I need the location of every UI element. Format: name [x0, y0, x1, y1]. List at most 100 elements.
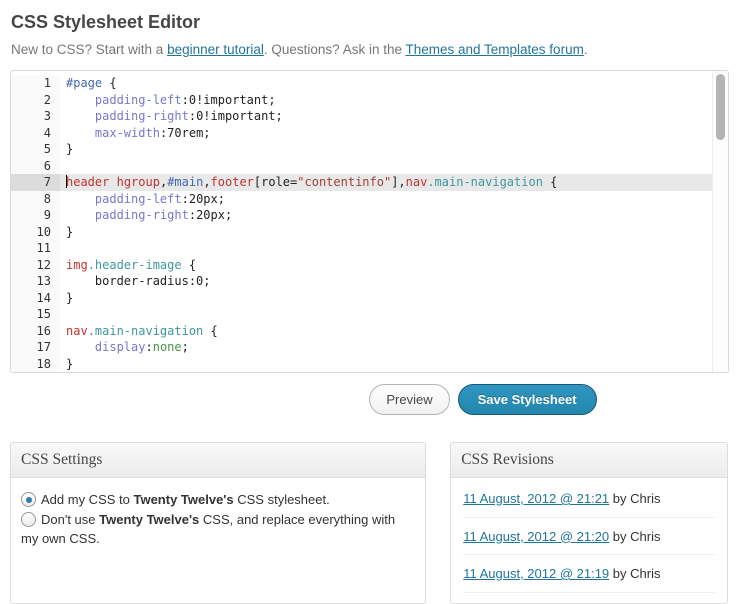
- code-text: img.header-image {: [60, 257, 196, 274]
- code-token: nav: [66, 324, 88, 338]
- code-text: nav.main-navigation {: [60, 323, 218, 340]
- code-token: {: [203, 324, 217, 338]
- code-line[interactable]: 6: [11, 158, 728, 175]
- line-number: 16: [11, 323, 60, 340]
- code-token: }: [66, 291, 73, 305]
- code-token: }: [66, 357, 73, 371]
- line-number: 10: [11, 224, 60, 241]
- revision-link[interactable]: 11 August, 2012 @ 21:21: [463, 491, 609, 506]
- code-token: img: [66, 258, 88, 272]
- line-number: 5: [11, 141, 60, 158]
- line-number: 2: [11, 92, 60, 109]
- theme-name: Twenty Twelve's: [99, 512, 199, 527]
- code-line[interactable]: 14}: [11, 290, 728, 307]
- code-line[interactable]: 18}: [11, 356, 728, 373]
- css-mode-radio-option[interactable]: Add my CSS to Twenty Twelve's CSS styles…: [21, 490, 415, 510]
- code-lines: 1#page {2 padding-left:0!important;3 pad…: [11, 71, 728, 372]
- css-code-editor[interactable]: 1#page {2 padding-left:0!important;3 pad…: [10, 70, 729, 373]
- code-text: max-width:70rem;: [60, 125, 211, 142]
- code-line[interactable]: 11: [11, 240, 728, 257]
- code-token: ],: [391, 175, 405, 189]
- line-number: 11: [11, 240, 60, 257]
- code-token: none: [153, 340, 182, 354]
- code-token: 0!important;: [196, 109, 283, 123]
- css-revisions-title: CSS Revisions: [451, 443, 727, 478]
- code-line[interactable]: 9 padding-right:20px;: [11, 207, 728, 224]
- radio-dot: [26, 497, 32, 503]
- theme-name: Twenty Twelve's: [133, 492, 233, 507]
- code-line[interactable]: 1#page {: [11, 75, 728, 92]
- code-token: "contentinfo": [297, 175, 391, 189]
- code-text: [60, 240, 66, 257]
- code-token: padding-left: [95, 192, 182, 206]
- revision-author: by Chris: [609, 529, 660, 544]
- themes-forum-link[interactable]: Themes and Templates forum: [405, 42, 583, 57]
- code-text: padding-right:0!important;: [60, 108, 283, 125]
- line-number: 13: [11, 273, 60, 290]
- code-token: :: [189, 109, 196, 123]
- editor-scrollbar-track[interactable]: [712, 71, 728, 372]
- code-token: [66, 93, 95, 107]
- revision-author: by Chris: [609, 566, 660, 581]
- radio-selected-icon[interactable]: [21, 492, 36, 507]
- code-line[interactable]: 15: [11, 306, 728, 323]
- code-line[interactable]: 5}: [11, 141, 728, 158]
- beginner-tutorial-link[interactable]: beginner tutorial: [167, 42, 264, 57]
- code-line[interactable]: 4 max-width:70rem;: [11, 125, 728, 142]
- code-line[interactable]: 13 border-radius:0;: [11, 273, 728, 290]
- code-token: nav: [406, 175, 428, 189]
- code-token: border-radius:0;: [66, 274, 211, 288]
- css-settings-options: Add my CSS to Twenty Twelve's CSS styles…: [11, 478, 425, 561]
- code-text: display:none;: [60, 339, 189, 356]
- code-line[interactable]: 17 display:none;: [11, 339, 728, 356]
- code-line[interactable]: 3 padding-right:0!important;: [11, 108, 728, 125]
- code-line[interactable]: 12img.header-image {: [11, 257, 728, 274]
- line-number: 6: [11, 158, 60, 175]
- css-settings-title: CSS Settings: [11, 443, 425, 478]
- code-token: {: [102, 76, 116, 90]
- code-token: #page: [66, 76, 102, 90]
- code-text: }: [60, 224, 73, 241]
- css-revisions-list: 11 August, 2012 @ 21:21 by Chris11 Augus…: [451, 478, 727, 595]
- code-token: 20px;: [189, 192, 225, 206]
- line-number: 18: [11, 356, 60, 373]
- code-line[interactable]: 7header hgroup,#main,footer[role="conten…: [11, 174, 728, 191]
- code-token: [role=: [254, 175, 297, 189]
- preview-button[interactable]: Preview: [369, 384, 449, 415]
- line-number: 15: [11, 306, 60, 323]
- code-token: :: [182, 93, 189, 107]
- code-token: max-width: [95, 126, 160, 140]
- revision-link[interactable]: 11 August, 2012 @ 21:19: [463, 566, 609, 581]
- code-text: #page {: [60, 75, 117, 92]
- code-line[interactable]: 8 padding-left:20px;: [11, 191, 728, 208]
- line-number: 8: [11, 191, 60, 208]
- code-text: border-radius:0;: [60, 273, 211, 290]
- code-line[interactable]: 2 padding-left:0!important;: [11, 92, 728, 109]
- editor-scrollbar-thumb[interactable]: [716, 74, 725, 140]
- bottom-panels: CSS Settings Add my CSS to Twenty Twelve…: [10, 442, 728, 604]
- option-text: CSS stylesheet.: [234, 492, 330, 507]
- save-stylesheet-button[interactable]: Save Stylesheet: [458, 384, 597, 415]
- css-revisions-panel: CSS Revisions 11 August, 2012 @ 21:21 by…: [450, 442, 728, 604]
- line-number: 3: [11, 108, 60, 125]
- option-text: Don't use: [41, 512, 99, 527]
- code-line[interactable]: 16nav.main-navigation {: [11, 323, 728, 340]
- intro-part1: New to CSS? Start with a: [11, 42, 167, 57]
- code-text: [60, 306, 66, 323]
- code-token: header: [66, 175, 109, 189]
- revision-link[interactable]: 11 August, 2012 @ 21:20: [463, 529, 609, 544]
- css-mode-radio-option[interactable]: Don't use Twenty Twelve's CSS, and repla…: [21, 510, 415, 549]
- code-token: .main-navigation: [427, 175, 543, 189]
- code-token: padding-right: [95, 109, 189, 123]
- code-line[interactable]: 10}: [11, 224, 728, 241]
- revision-item: 11 August, 2012 @ 21:19 by Chris: [463, 555, 715, 593]
- line-number: 9: [11, 207, 60, 224]
- page-title: CSS Stylesheet Editor: [11, 12, 728, 33]
- radio-unselected-icon[interactable]: [21, 512, 36, 527]
- intro-part2: . Questions? Ask in the: [264, 42, 406, 57]
- code-token: ;: [182, 340, 189, 354]
- code-token: [66, 340, 95, 354]
- code-token: 70rem;: [167, 126, 210, 140]
- line-number: 12: [11, 257, 60, 274]
- code-token: [109, 175, 116, 189]
